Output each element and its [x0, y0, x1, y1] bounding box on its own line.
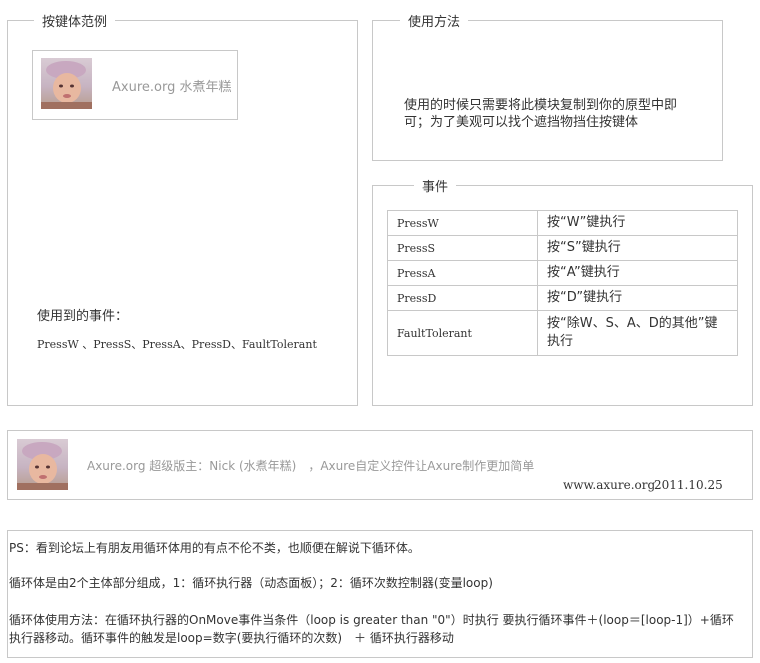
footer-avatar	[17, 439, 68, 490]
events-table: PressW 按“W”键执行 PressS 按“S”键执行 PressA 按“A…	[387, 210, 738, 356]
footer-site[interactable]: www.axure.org	[563, 478, 655, 492]
event-name: PressD	[387, 285, 538, 311]
table-row: PressD 按“D”键执行	[387, 285, 738, 311]
event-desc: 按“S”键执行	[537, 235, 738, 261]
footer-date: 2011.10.25	[654, 478, 723, 492]
footer-card-text: Axure.org 超级版主：Nick (水煮年糕) ，Axure自定义控件让A…	[87, 459, 535, 473]
author-card-text: Axure.org 水煮年糕	[112, 80, 232, 95]
event-desc: 按“A”键执行	[537, 260, 738, 286]
events-used-title: 使用到的事件：	[37, 309, 129, 324]
table-row: PressA 按“A”键执行	[387, 260, 738, 286]
event-desc: 按“D”键执行	[537, 285, 738, 311]
event-desc: 按“W”键执行	[537, 210, 738, 236]
usage-text: 使用的时候只需要将此模块复制到你的原型中即可；为了美观可以找个遮挡物挡住按键体	[404, 98, 678, 130]
event-desc: 按“除W、S、A、D的其他”键执行	[537, 310, 738, 356]
notes-paragraph-2: 循环体是由2个主体部分组成，1：循环执行器（动态面板）；2：循环次数控制器(变量…	[9, 576, 493, 590]
event-name: PressA	[387, 260, 538, 286]
avatar	[41, 58, 92, 109]
usage-panel	[372, 20, 723, 161]
usage-panel-legend: 使用方法	[400, 15, 469, 31]
table-row: PressS 按“S”键执行	[387, 235, 738, 261]
table-row: FaultTolerant 按“除W、S、A、D的其他”键执行	[387, 310, 738, 356]
table-row: PressW 按“W”键执行	[387, 210, 738, 236]
event-name: PressS	[387, 235, 538, 261]
event-name: PressW	[387, 210, 538, 236]
notes-paragraph-1: PS：看到论坛上有朋友用循环体用的有点不伦不类，也顺便在解说下循环体。	[9, 541, 420, 555]
event-name: FaultTolerant	[387, 310, 538, 356]
example-panel-legend: 按键体范例	[34, 15, 116, 31]
events-panel-legend: 事件	[414, 180, 457, 196]
notes-paragraph-3: 循环体使用方法：在循环执行器的OnMove事件当条件（loop is great…	[9, 613, 734, 645]
events-used-list: PressW 、PressS、PressA、PressD、FaultTolera…	[37, 338, 317, 351]
